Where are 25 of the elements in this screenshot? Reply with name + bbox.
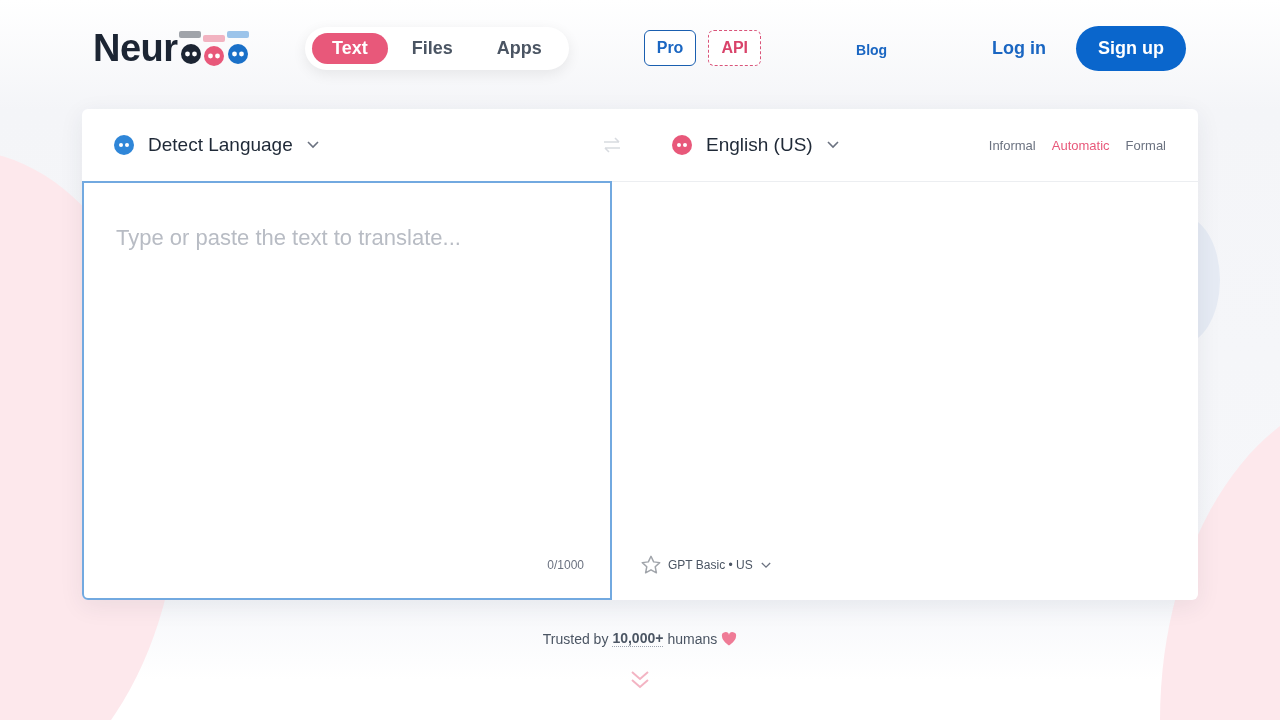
heart-icon xyxy=(721,631,738,646)
tone-option[interactable]: Automatic xyxy=(1049,137,1112,153)
target-language-dropdown[interactable]: English (US) xyxy=(672,134,839,156)
mode-tab[interactable]: Text xyxy=(312,32,388,64)
tone-option[interactable]: Informal xyxy=(986,137,1038,153)
double-chevron-down-icon[interactable] xyxy=(629,669,651,691)
user-count-link[interactable]: 10,000+ xyxy=(612,630,664,647)
source-language-dropdown[interactable]: Detect Language xyxy=(114,134,319,156)
plan-button[interactable]: API xyxy=(708,30,762,66)
face-icon xyxy=(672,135,692,155)
star-icon[interactable] xyxy=(640,554,662,576)
chevron-down-icon xyxy=(306,141,319,149)
face-icon xyxy=(114,135,134,155)
mode-tab[interactable]: Files xyxy=(391,32,473,64)
mode-tab[interactable]: Apps xyxy=(476,32,562,64)
plan-button[interactable]: Pro xyxy=(643,30,697,66)
character-counter: 0/1000 xyxy=(547,558,584,572)
logo-text: Neur xyxy=(93,29,178,67)
blog-link[interactable]: Blog xyxy=(856,42,888,58)
chevron-down-icon xyxy=(826,141,839,149)
chevron-down-icon xyxy=(760,561,771,569)
signup-button[interactable]: Sign up xyxy=(1076,25,1186,71)
tone-option[interactable]: Formal xyxy=(1123,137,1168,153)
login-link[interactable]: Log in xyxy=(992,37,1046,59)
model-dropdown[interactable]: GPT Basic • US xyxy=(668,558,771,572)
